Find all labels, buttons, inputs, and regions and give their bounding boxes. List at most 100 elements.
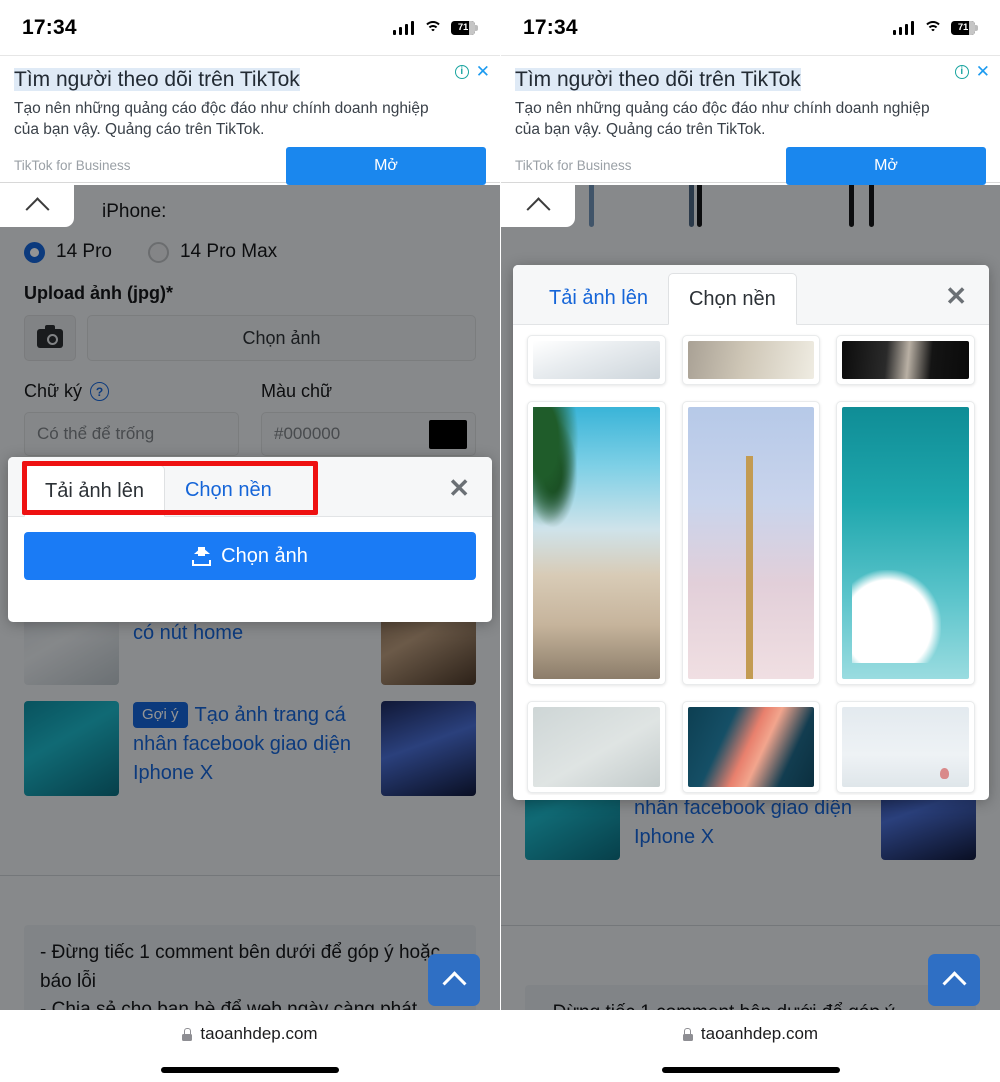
ad-open-button[interactable]: Mở xyxy=(786,146,986,185)
radio-14-pro[interactable]: 14 Pro xyxy=(24,241,112,263)
wifi-icon xyxy=(923,20,942,35)
web-page-left: iPhone: 14 Pro 14 Pro Max Upload ảnh (jp… xyxy=(0,185,500,1082)
browser-bottom-bar-left: taoanhdep.com xyxy=(0,1010,500,1082)
dialog-tabstrip: Tải ảnh lên Chọn nền ✕ xyxy=(8,457,492,517)
divider xyxy=(0,875,500,876)
home-indicator xyxy=(161,1067,339,1073)
chevron-up-icon xyxy=(525,196,551,221)
status-bar-left: 17:34 71 xyxy=(0,0,500,55)
ad-close-icon[interactable]: ✕ xyxy=(976,63,990,80)
ad-footer: TikTok for Business Mở xyxy=(14,146,486,185)
url-display[interactable]: taoanhdep.com xyxy=(182,1024,318,1044)
url-text: taoanhdep.com xyxy=(200,1024,318,1043)
radio-14-pro-max[interactable]: 14 Pro Max xyxy=(147,241,278,263)
close-icon[interactable]: ✕ xyxy=(945,283,967,309)
signature-label: Chữ ký xyxy=(24,381,83,401)
help-icon[interactable]: ? xyxy=(90,382,110,401)
choose-image-button[interactable]: Chọn ảnh xyxy=(24,532,476,580)
list-item[interactable]: Gợi ýTạo ảnh trang cá nhân facebook giao… xyxy=(24,701,476,796)
status-time: 17:34 xyxy=(523,15,578,39)
lock-icon xyxy=(182,1027,193,1041)
signature-input[interactable]: Có thể để trống xyxy=(24,412,239,456)
chevron-up-icon xyxy=(24,196,50,221)
cellular-signal-icon xyxy=(392,20,414,35)
background-row-top xyxy=(527,335,975,385)
tab-choose-background[interactable]: Chọn nền xyxy=(667,273,797,325)
tab-choose-background[interactable]: Chọn nền xyxy=(165,464,292,516)
background-option[interactable] xyxy=(681,701,821,793)
color-input[interactable]: #000000 xyxy=(261,412,476,456)
ad-title: Tìm người theo dõi trên TikTok xyxy=(14,68,300,91)
background-option[interactable] xyxy=(836,335,975,385)
chevron-up-icon xyxy=(941,970,967,995)
background-option[interactable] xyxy=(527,335,666,385)
scroll-to-top-button[interactable] xyxy=(428,954,480,1006)
radio-14-pro-max-label: 14 Pro Max xyxy=(179,241,278,262)
page-decoration xyxy=(501,185,1000,263)
signature-color-row: Chữ ký ? Có thể để trống Màu chữ #000000 xyxy=(24,381,476,456)
dialog-body: Chọn ảnh xyxy=(8,517,492,595)
scroll-to-top-button[interactable] xyxy=(928,954,980,1006)
color-label: Màu chữ xyxy=(261,381,333,401)
ad-banner-right[interactable]: i ✕ Tìm người theo dõi trên TikTok Tạo n… xyxy=(501,55,1000,185)
divider xyxy=(501,925,1000,926)
close-icon[interactable]: ✕ xyxy=(448,475,470,501)
ad-close-icon[interactable]: ✕ xyxy=(476,63,490,80)
left-phone-screenshot: 17:34 71 i ✕ Tìm người theo dõi trên Tik… xyxy=(0,0,500,1082)
radio-14-pro-indicator[interactable] xyxy=(24,241,45,263)
tab-upload-image[interactable]: Tải ảnh lên xyxy=(529,272,668,324)
collapse-button[interactable] xyxy=(0,185,74,227)
background-option[interactable] xyxy=(836,701,975,793)
upload-icon xyxy=(192,546,212,566)
ad-info-icon[interactable]: i xyxy=(954,64,969,79)
ad-banner-left[interactable]: i ✕ Tìm người theo dõi trên TikTok Tạo n… xyxy=(0,55,500,185)
choose-image-label: Chọn ảnh xyxy=(221,544,308,567)
background-row-bottom xyxy=(527,701,975,793)
browser-bottom-bar-right: taoanhdep.com xyxy=(501,1010,1000,1082)
ad-open-button[interactable]: Mở xyxy=(286,146,486,185)
dialog-tabstrip: Tải ảnh lên Chọn nền ✕ xyxy=(513,265,989,325)
ad-brand: TikTok for Business xyxy=(14,158,131,174)
image-source-dialog-left: Tải ảnh lên Chọn nền ✕ Chọn ảnh xyxy=(8,457,492,622)
background-option[interactable] xyxy=(836,401,975,685)
status-time: 17:34 xyxy=(22,15,77,39)
ad-brand: TikTok for Business xyxy=(515,158,632,174)
background-option[interactable] xyxy=(527,401,666,685)
home-indicator xyxy=(661,1067,840,1073)
ad-controls: i ✕ xyxy=(454,63,490,80)
camera-icon xyxy=(37,324,63,348)
color-swatch[interactable] xyxy=(429,420,467,449)
tab-upload-image[interactable]: Tải ảnh lên xyxy=(24,465,165,517)
url-display[interactable]: taoanhdep.com xyxy=(682,1024,819,1044)
background-option[interactable] xyxy=(681,335,821,385)
screenshot-stage: 17:34 71 i ✕ Tìm người theo dõi trên Tik… xyxy=(0,0,1000,1082)
article-thumbnail-right xyxy=(381,701,476,796)
wifi-icon xyxy=(423,20,442,35)
article-badge: Gợi ý xyxy=(133,702,188,728)
radio-14-pro-max-indicator[interactable] xyxy=(147,241,169,263)
ad-title: Tìm người theo dõi trên TikTok xyxy=(515,68,801,91)
ad-body: Tạo nên những quảng cáo độc đáo như chín… xyxy=(515,100,930,139)
signature-label-wrap: Chữ ký ? xyxy=(24,381,239,402)
cellular-signal-icon xyxy=(892,20,914,35)
ad-info-icon[interactable]: i xyxy=(454,64,469,79)
background-row-middle xyxy=(527,401,975,685)
background-option[interactable] xyxy=(527,701,666,793)
device-radio-group: 14 Pro 14 Pro Max xyxy=(24,241,476,263)
lock-icon xyxy=(682,1027,693,1041)
article-title[interactable]: Gợi ýTạo ảnh trang cá nhân facebook giao… xyxy=(133,701,367,788)
image-source-dialog-right: Tải ảnh lên Chọn nền ✕ xyxy=(513,265,989,800)
status-indicators: 71 xyxy=(892,20,978,35)
camera-button[interactable] xyxy=(24,315,76,361)
background-option[interactable] xyxy=(681,401,821,685)
battery-icon: 71 xyxy=(951,20,978,35)
pick-photo-field[interactable]: Chọn ảnh xyxy=(87,315,476,361)
ad-footer: TikTok for Business Mở xyxy=(515,146,986,185)
radio-14-pro-label: 14 Pro xyxy=(56,241,112,262)
article-list-left: nuôi thú cưng cho iphone có nút home Gợi… xyxy=(0,590,500,812)
background-gallery[interactable] xyxy=(513,325,989,795)
url-text: taoanhdep.com xyxy=(700,1024,819,1043)
collapse-button[interactable] xyxy=(501,185,575,227)
web-page-right: Gợi ýTạo ảnh trang cá nhân facebook giao… xyxy=(501,185,1000,1082)
color-col: Màu chữ #000000 xyxy=(261,381,476,456)
